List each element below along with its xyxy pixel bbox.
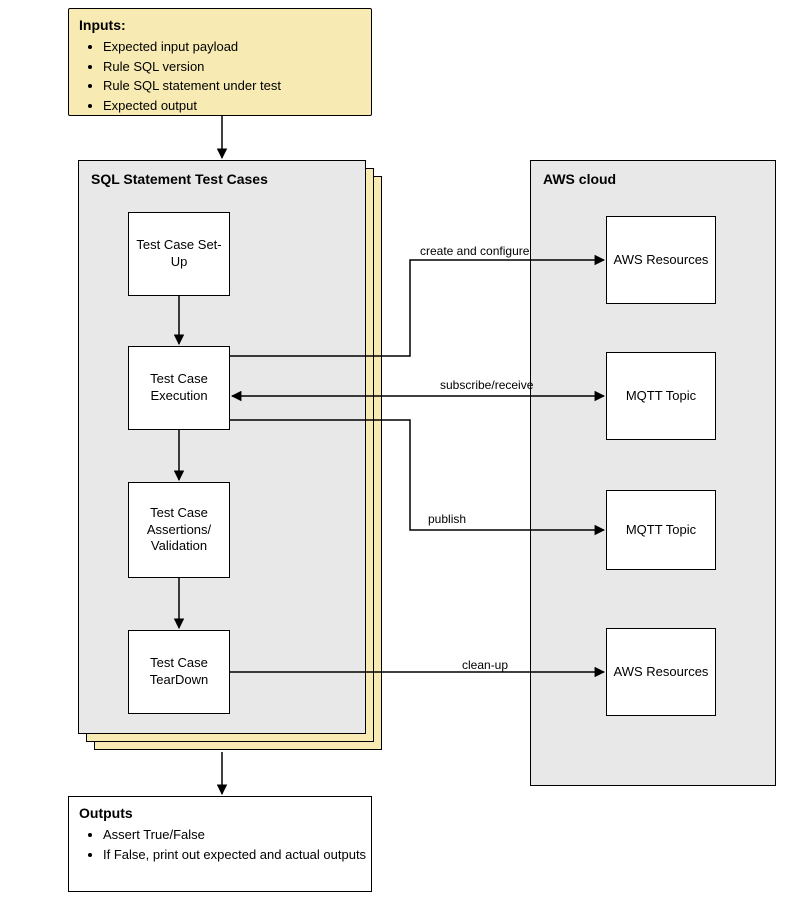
aws-resources-1: AWS Resources	[606, 216, 716, 304]
step-setup: Test Case Set-Up	[128, 212, 230, 296]
edge-label-subscribe: subscribe/receive	[440, 378, 533, 392]
step-teardown-label: Test Case TearDown	[133, 655, 225, 689]
inputs-title-text: Inputs	[79, 17, 121, 33]
inputs-item: Rule SQL version	[103, 57, 371, 77]
step-assertions: Test Case Assertions/ Validation	[128, 482, 230, 578]
outputs-item: If False, print out expected and actual …	[103, 845, 371, 865]
mqtt-topic-2: MQTT Topic	[606, 490, 716, 570]
aws-resources-2-label: AWS Resources	[614, 664, 709, 681]
outputs-title: Outputs	[69, 797, 371, 825]
edge-label-cleanup: clean-up	[462, 658, 508, 672]
inputs-box: Inputs: Expected input payload Rule SQL …	[68, 8, 372, 116]
inputs-item: Expected input payload	[103, 37, 371, 57]
step-assertions-label: Test Case Assertions/ Validation	[133, 505, 225, 556]
outputs-box: Outputs Assert True/False If False, prin…	[68, 796, 372, 892]
aws-resources-2: AWS Resources	[606, 628, 716, 716]
step-setup-label: Test Case Set-Up	[133, 237, 225, 271]
edge-label-create: create and configure	[420, 244, 529, 258]
test-cases-title: SQL Statement Test Cases	[79, 161, 365, 193]
outputs-list: Assert True/False If False, print out ex…	[69, 825, 371, 864]
aws-cloud-title: AWS cloud	[531, 161, 775, 193]
inputs-title: Inputs:	[69, 9, 371, 37]
inputs-item: Rule SQL statement under test	[103, 76, 371, 96]
edge-label-publish: publish	[428, 512, 466, 526]
step-execution: Test Case Execution	[128, 346, 230, 430]
step-teardown: Test Case TearDown	[128, 630, 230, 714]
aws-resources-1-label: AWS Resources	[614, 252, 709, 269]
inputs-item: Expected output	[103, 96, 371, 116]
outputs-item: Assert True/False	[103, 825, 371, 845]
mqtt-topic-1: MQTT Topic	[606, 352, 716, 440]
inputs-list: Expected input payload Rule SQL version …	[69, 37, 371, 115]
mqtt-topic-1-label: MQTT Topic	[626, 388, 696, 405]
step-execution-label: Test Case Execution	[133, 371, 225, 405]
mqtt-topic-2-label: MQTT Topic	[626, 522, 696, 539]
